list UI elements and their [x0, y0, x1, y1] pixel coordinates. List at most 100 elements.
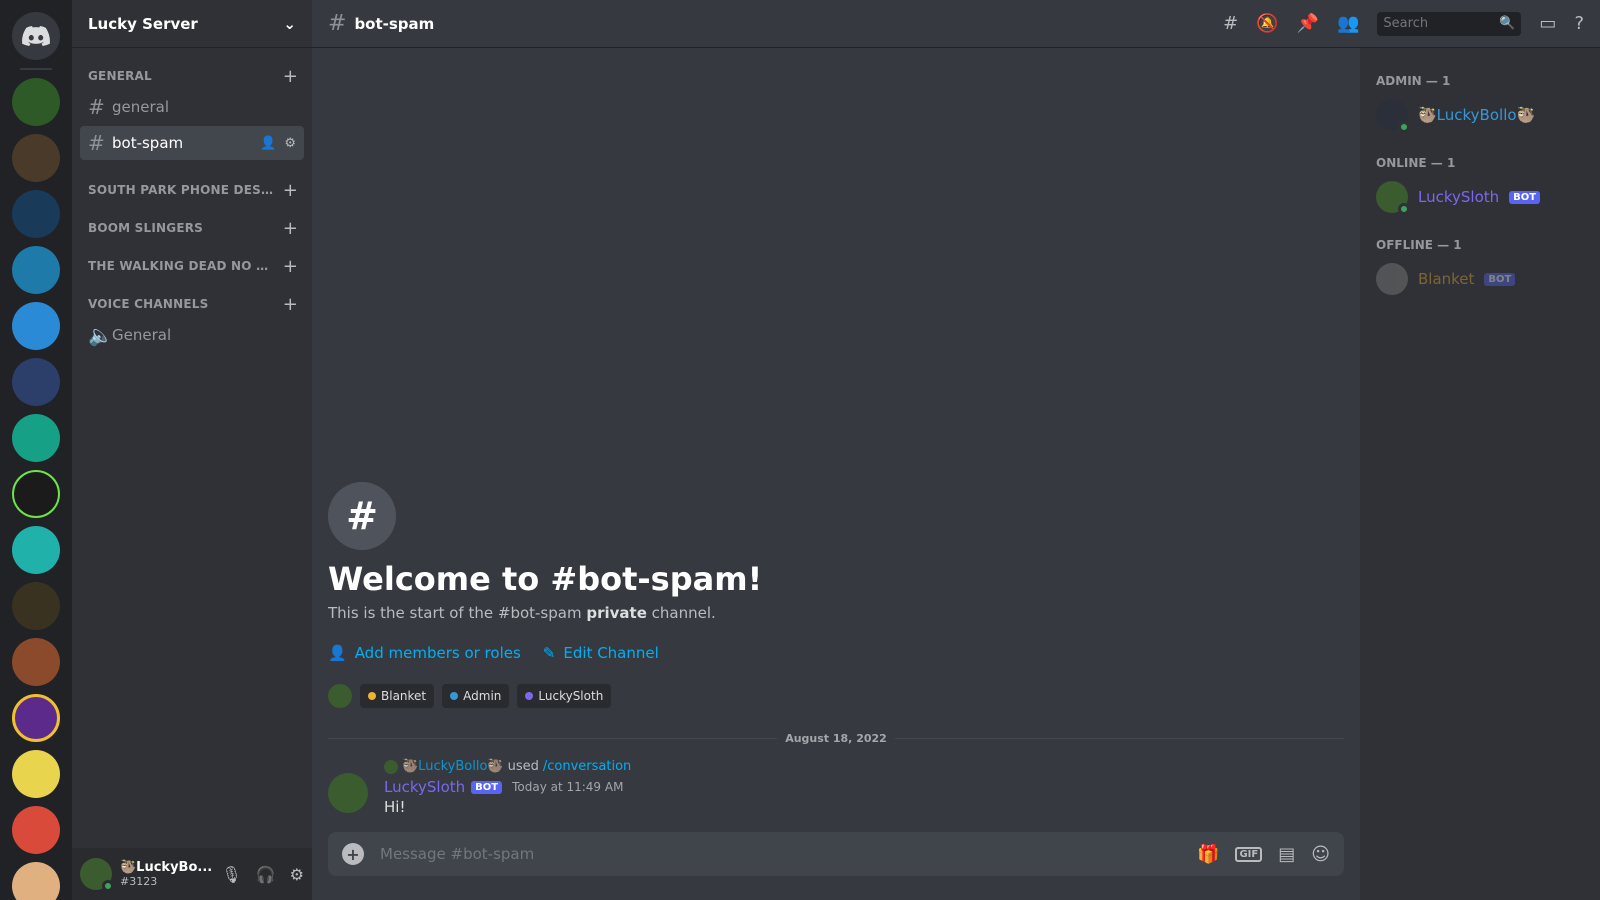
channel-sidebar: Lucky Server ⌄ GENERAL + # general # bot… [72, 0, 312, 900]
username: 🦥LuckyBo... [120, 860, 213, 875]
avatar [384, 759, 398, 774]
member-name: LuckySloth [1418, 188, 1500, 206]
message-list[interactable]: # Welcome to #bot-spam! This is the star… [312, 48, 1360, 832]
welcome-sub-text: This is the start of the #bot-spam [328, 604, 582, 622]
member-item[interactable]: Blanket BOT [1376, 258, 1592, 300]
member-group-header: ONLINE — 1 [1376, 156, 1456, 170]
channel-label: bot-spam [112, 134, 184, 152]
member-item[interactable]: LuckySloth BOT [1376, 176, 1592, 218]
headphones-icon[interactable]: 🎧 [256, 865, 276, 884]
server-icon[interactable] [12, 302, 60, 350]
online-status-icon [102, 880, 114, 892]
gear-icon[interactable]: ⚙ [284, 136, 296, 151]
server-icon[interactable] [12, 638, 60, 686]
emoji-icon[interactable]: ☺ [1311, 844, 1330, 865]
channel-header: # bot-spam # 🔕 📌 👥 Search 🔍 ▭ ? [312, 0, 1600, 48]
message[interactable]: 🦥LuckyBollo🦥 used /conversation LuckySlo… [328, 759, 1344, 816]
message-input[interactable]: Message #bot-spam [380, 845, 1197, 863]
add-channel-icon[interactable]: + [283, 180, 298, 201]
server-icon[interactable] [12, 862, 60, 900]
server-icon[interactable] [12, 526, 60, 574]
add-members-button[interactable]: 👤 Add members or roles [328, 644, 521, 662]
reply-username[interactable]: 🦥LuckyBollo🦥 [402, 759, 504, 774]
bot-badge: BOT [471, 780, 503, 794]
command-link[interactable]: /conversation [543, 759, 631, 774]
hash-lock-icon: # [88, 131, 105, 155]
message-body: Hi! [384, 798, 406, 816]
server-icon[interactable] [12, 806, 60, 854]
notification-bell-icon[interactable]: 🔕 [1256, 13, 1278, 34]
server-icon-lucky[interactable] [12, 78, 60, 126]
category-voice-channels[interactable]: VOICE CHANNELS + [80, 292, 304, 316]
add-channel-icon[interactable]: + [283, 294, 298, 315]
role-color-dot [368, 692, 376, 700]
voice-channel-general[interactable]: 🔈 General [80, 318, 304, 352]
user-panel: 🦥LuckyBo... #3123 🎙 🎧 ⚙ [72, 848, 312, 900]
avatar[interactable] [328, 684, 352, 708]
add-channel-icon[interactable]: + [283, 66, 298, 87]
channel-general[interactable]: # general [80, 90, 304, 124]
category-label: THE WALKING DEAD NO MAN... [88, 259, 278, 273]
date-divider: August 18, 2022 [328, 732, 1344, 745]
rail-separator [20, 68, 52, 70]
gift-icon[interactable]: 🎁 [1197, 844, 1219, 865]
category-south-park[interactable]: SOUTH PARK PHONE DESTRO... + [80, 178, 304, 202]
gif-button[interactable]: GIF [1235, 846, 1263, 862]
member-name: Blanket [1418, 270, 1475, 288]
add-attachment-button[interactable]: + [342, 843, 364, 865]
server-icon[interactable] [12, 750, 60, 798]
search-input[interactable]: Search 🔍 [1377, 11, 1522, 36]
server-icon[interactable] [12, 246, 60, 294]
add-members-label: Add members or roles [354, 644, 521, 662]
avatar [1376, 99, 1410, 133]
channel-label: General [112, 326, 172, 344]
server-icon[interactable] [12, 358, 60, 406]
category-general[interactable]: GENERAL + [80, 64, 304, 88]
command-reply: 🦥LuckyBollo🦥 used /conversation [384, 759, 1344, 774]
server-icon[interactable] [12, 470, 60, 518]
sticker-icon[interactable]: ▤ [1278, 844, 1295, 865]
inbox-icon[interactable]: ▭ [1539, 13, 1556, 34]
category-label: BOOM SLINGERS [88, 221, 203, 235]
welcome-subtitle: This is the start of the #bot-spam priva… [328, 604, 1344, 622]
server-icon[interactable] [12, 134, 60, 182]
edit-channel-button[interactable]: ✎ Edit Channel [543, 644, 659, 662]
category-boom-slingers[interactable]: BOOM SLINGERS + [80, 216, 304, 240]
mute-microphone-icon[interactable]: 🎙 [221, 865, 241, 884]
server-icon[interactable] [12, 582, 60, 630]
role-chip[interactable]: Blanket [360, 684, 435, 708]
invite-icon[interactable]: 👤 [260, 136, 276, 151]
member-list: ADMIN — 1 🦥LuckyBollo🦥 ONLINE — 1 LuckyS… [1360, 48, 1600, 900]
person-add-icon: 👤 [328, 644, 347, 662]
server-icon[interactable] [12, 694, 60, 742]
role-label: Blanket [381, 689, 427, 703]
category-walking-dead[interactable]: THE WALKING DEAD NO MAN... + [80, 254, 304, 278]
member-group-header: ADMIN — 1 [1376, 74, 1451, 88]
member-list-icon[interactable]: 👥 [1337, 13, 1359, 34]
help-icon[interactable]: ? [1574, 13, 1584, 34]
server-header[interactable]: Lucky Server ⌄ [72, 0, 312, 48]
online-status-icon [1398, 121, 1410, 133]
role-color-dot [525, 692, 534, 700]
message-author[interactable]: LuckySloth [384, 778, 465, 796]
role-chip[interactable]: LuckySloth [517, 684, 612, 708]
server-rail [0, 0, 72, 900]
avatar [1376, 263, 1408, 295]
pin-icon[interactable]: 📌 [1297, 13, 1319, 34]
discord-home-icon[interactable] [12, 12, 60, 60]
add-channel-icon[interactable]: + [283, 256, 298, 277]
gear-icon[interactable]: ⚙ [290, 865, 304, 884]
server-icon[interactable] [12, 190, 60, 238]
role-chip[interactable]: Admin [442, 684, 510, 708]
category-label: GENERAL [88, 69, 152, 83]
avatar[interactable] [328, 773, 368, 813]
member-name: 🦥LuckyBollo🦥 [1418, 106, 1536, 124]
threads-icon[interactable]: # [1223, 13, 1238, 34]
avatar[interactable] [80, 858, 114, 892]
member-item[interactable]: 🦥LuckyBollo🦥 [1376, 94, 1592, 136]
server-icon[interactable] [12, 414, 60, 462]
channel-bot-spam[interactable]: # bot-spam 👤 ⚙ [80, 126, 304, 160]
avatar [1376, 181, 1410, 215]
add-channel-icon[interactable]: + [283, 218, 298, 239]
reply-used-text: used [507, 759, 539, 774]
